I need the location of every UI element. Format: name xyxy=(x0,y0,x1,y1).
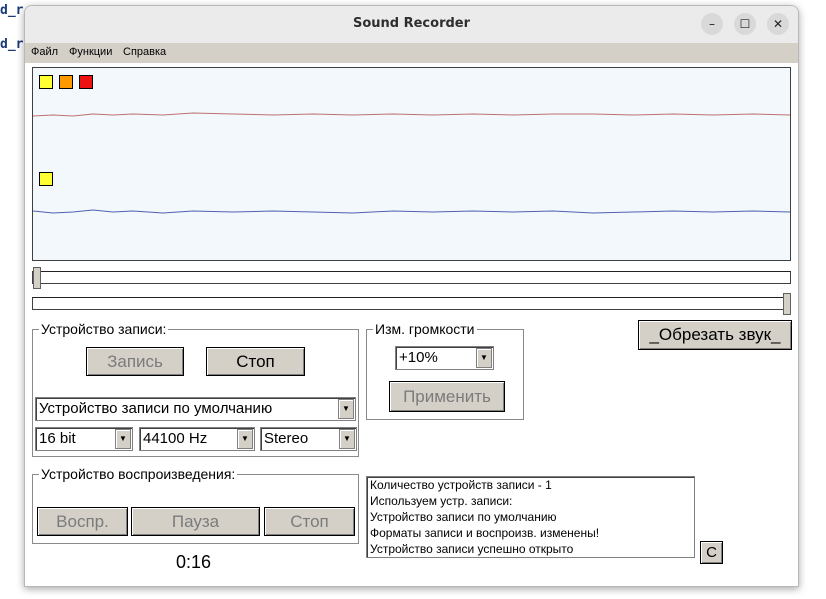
record-device-label: Устройство записи: xyxy=(39,321,169,337)
play-button[interactable]: Воспр. xyxy=(37,507,128,536)
maximize-button[interactable]: ☐ xyxy=(734,13,756,35)
trim-sound-button[interactable]: _Обрезать звук_ xyxy=(638,320,792,350)
log-line: Используем устр. записи: xyxy=(370,494,513,508)
menu-functions[interactable]: Функции xyxy=(69,46,112,58)
close-button[interactable]: ✕ xyxy=(767,13,789,35)
clear-log-button[interactable]: C xyxy=(700,541,723,564)
log-line: Количество устройств записи - 1 xyxy=(370,478,552,492)
volume-value: +10% xyxy=(399,349,438,366)
position-slider[interactable] xyxy=(32,267,791,289)
bits-value: 16 bit xyxy=(39,430,76,447)
waveform-svg xyxy=(33,112,790,214)
log-line: Форматы записи и воспроизв. изменены! xyxy=(370,526,600,540)
minimize-button[interactable]: – xyxy=(701,13,723,35)
trim-slider-thumb[interactable] xyxy=(783,293,791,315)
log-line: Устройство записи успешно открыто xyxy=(370,542,574,556)
waveform-channel-1 xyxy=(33,112,790,117)
waveform-channel-2 xyxy=(33,209,790,214)
stop-playback-button[interactable]: Стоп xyxy=(264,507,355,536)
sound-recorder-window: Sound Recorder – ☐ ✕ Файл Функции Справк… xyxy=(24,5,799,587)
title-bar: Sound Recorder – ☐ ✕ xyxy=(25,6,798,44)
playback-device-group: Устройство воспроизведения: Воспр. Пауза… xyxy=(32,466,359,544)
background-text-1: d_r xyxy=(0,3,24,18)
menu-file[interactable]: Файл xyxy=(31,46,58,58)
bits-select[interactable]: 16 bit ▼ xyxy=(35,427,133,451)
background-text-2: d_r xyxy=(0,37,24,52)
pause-button[interactable]: Пауза xyxy=(131,507,260,536)
volume-group: Изм. громкости +10% ▼ Применить xyxy=(366,321,524,420)
record-device-select[interactable]: Устройство записи по умолчанию ▼ xyxy=(35,397,356,421)
channels-select[interactable]: Stereo ▼ xyxy=(260,427,357,451)
apply-volume-button[interactable]: Применить xyxy=(389,381,505,412)
chevron-down-icon[interactable]: ▼ xyxy=(338,399,354,419)
trim-slider[interactable] xyxy=(32,293,791,315)
window-title: Sound Recorder xyxy=(352,16,471,31)
sample-rate-select[interactable]: 44100 Hz ▼ xyxy=(139,427,255,451)
channels-value: Stereo xyxy=(264,430,309,447)
volume-label: Изм. громкости xyxy=(373,321,477,337)
record-button[interactable]: Запись xyxy=(86,347,184,376)
position-slider-thumb[interactable] xyxy=(33,267,41,289)
chevron-down-icon[interactable]: ▼ xyxy=(476,348,492,368)
log-line: Устройство записи по умолчанию xyxy=(370,510,557,524)
elapsed-time: 0:16 xyxy=(176,552,212,572)
sample-rate-value: 44100 Hz xyxy=(143,430,208,447)
record-device-value: Устройство записи по умолчанию xyxy=(39,400,273,417)
status-log[interactable]: Количество устройств записи - 1 Использу… xyxy=(366,476,695,558)
volume-select[interactable]: +10% ▼ xyxy=(395,346,494,370)
chevron-down-icon[interactable]: ▼ xyxy=(237,429,253,449)
menu-bar: Файл Функции Справка xyxy=(25,43,798,63)
menu-help[interactable]: Справка xyxy=(123,46,166,58)
chevron-down-icon[interactable]: ▼ xyxy=(115,429,131,449)
chevron-down-icon[interactable]: ▼ xyxy=(339,429,355,449)
record-device-group: Устройство записи: Запись Стоп Устройств… xyxy=(32,321,359,457)
stop-record-button[interactable]: Стоп xyxy=(206,347,305,376)
playback-device-label: Устройство воспроизведения: xyxy=(39,466,238,482)
waveform-display[interactable] xyxy=(32,67,791,261)
